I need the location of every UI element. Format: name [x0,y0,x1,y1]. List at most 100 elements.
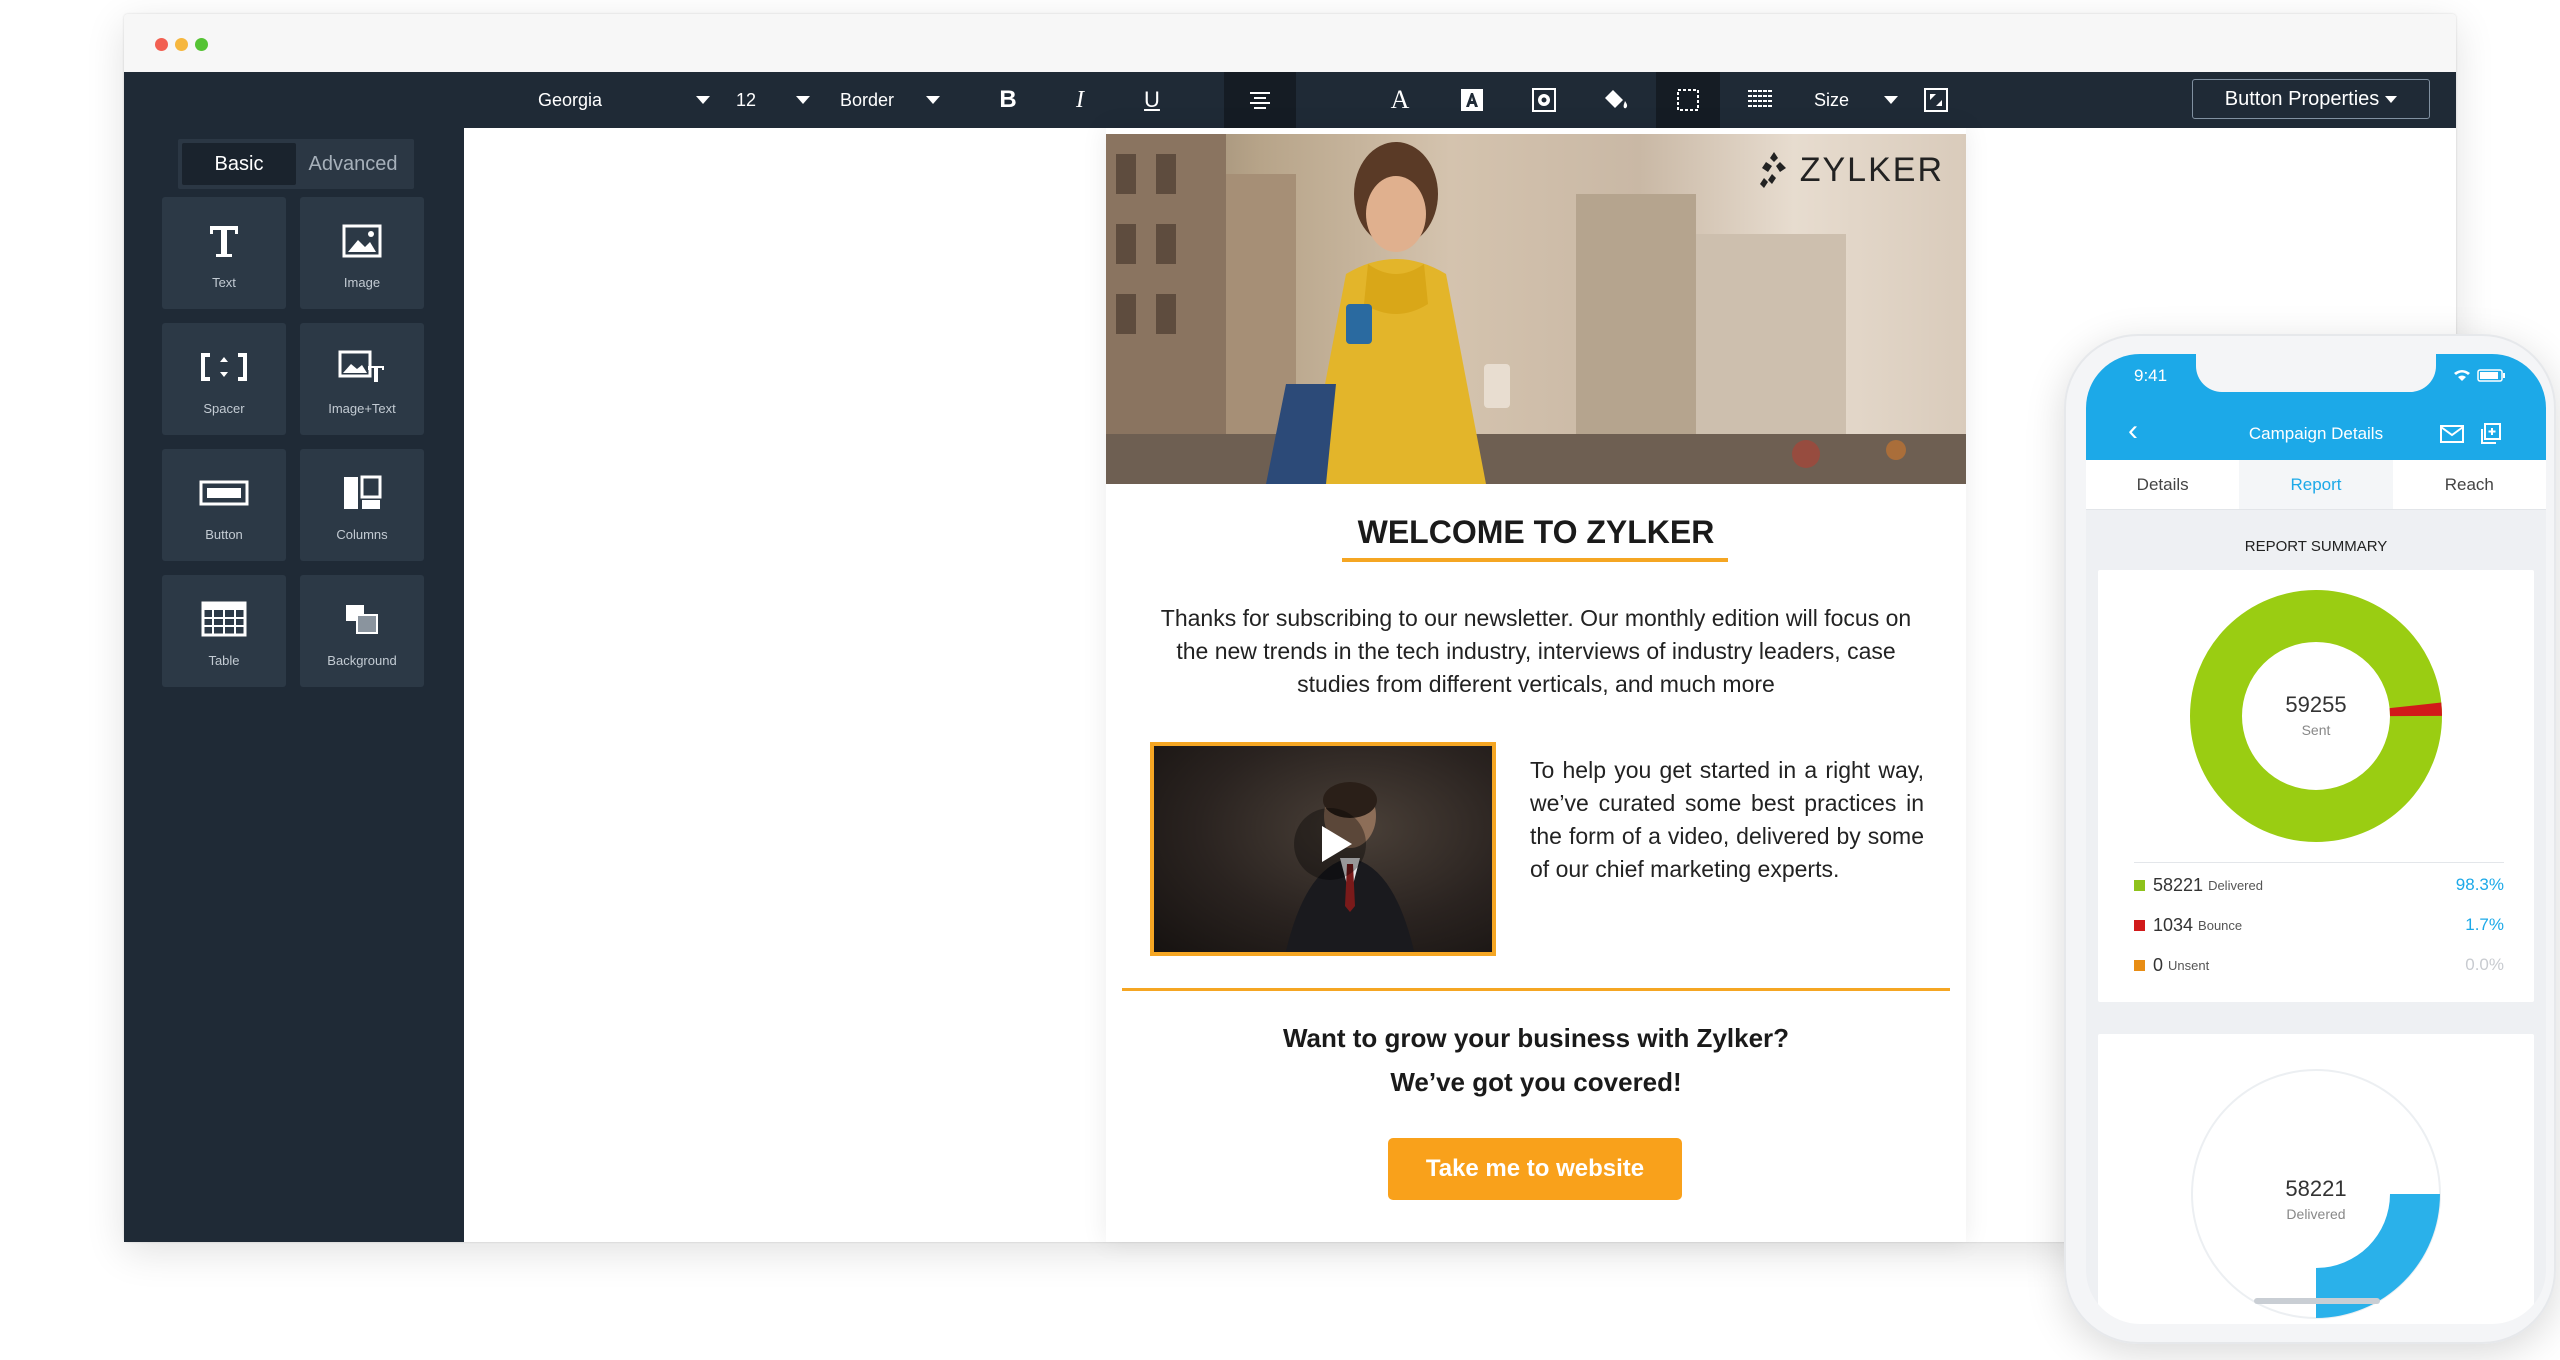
tool-label: Text [212,275,236,290]
sent-center-label: 59255 Sent [2216,692,2416,738]
line-spacing-icon[interactable] [1728,72,1792,128]
bounce-percent: 1.7% [2465,915,2504,934]
tool-label: Columns [336,527,388,542]
chevron-down-icon [1884,96,1898,104]
maximize-window-button[interactable] [195,38,208,51]
tool-label: Image+Text [328,401,396,416]
tab-advanced[interactable]: Advanced [296,143,410,185]
tool-background[interactable]: Background [300,575,424,687]
tab-basic[interactable]: Basic [182,143,296,185]
unsent-value: 0 [2153,954,2164,975]
stats-divider [2134,862,2504,863]
hero-image[interactable]: ZYLKER [1106,134,1966,484]
tab-report[interactable]: Report [2239,460,2393,509]
border-label: Border [840,89,895,110]
grow-line-2: We’ve got you covered! [1390,1067,1682,1097]
home-indicator[interactable] [2254,1298,2380,1304]
email-template: ZYLKER WELCOME TO ZYLKER Thanks for subs… [1106,128,1966,1242]
text-icon [162,219,286,263]
phone-screen: 9:41 ‹ Campaign Details Details Report R… [2086,354,2546,1324]
logo-text: ZYLKER [1799,150,1944,189]
section-divider [1122,988,1950,991]
take-me-to-website-button[interactable]: Take me to website [1388,1138,1682,1200]
italic-icon[interactable]: I [1048,72,1112,128]
sent-summary-card: 59255 Sent 58221 Delivered 98.3% 1034 Bo… [2098,570,2534,1002]
stat-row-unsent: 0 Unsent 0.0% [2134,950,2504,980]
status-time: 9:41 [2134,366,2168,385]
bounce-label: Bounce [2198,917,2243,933]
duplicate-icon[interactable] [2476,420,2504,448]
tool-button[interactable]: Button [162,449,286,561]
delivered-legend-swatch [2134,879,2145,891]
report-summary-heading: REPORT SUMMARY [2244,538,2388,555]
background-icon [300,597,424,641]
unsent-legend-swatch [2134,959,2145,971]
video-thumbnail[interactable] [1150,742,1496,956]
tool-image[interactable]: Image [300,197,424,309]
unsent-label: Unsent [2168,957,2210,973]
border-box-icon[interactable] [1656,72,1720,128]
content-blocks-sidebar: Basic Advanced Text Image Spacer Image+T… [124,72,464,1242]
intro-paragraph[interactable]: Thanks for subscribing to our newsletter… [1150,602,1922,701]
tool-table[interactable]: Table [162,575,286,687]
minimize-window-button[interactable] [175,38,188,51]
tool-image-text[interactable]: Image+Text [300,323,424,435]
columns-icon [300,471,424,515]
close-window-button[interactable] [155,38,168,51]
chevron-down-icon [2385,95,2398,103]
tab-reach[interactable]: Reach [2393,460,2546,509]
tab-details[interactable]: Details [2086,460,2239,509]
status-icons [2452,368,2506,385]
resize-icon[interactable] [1904,72,1968,128]
spacer-icon [162,345,286,389]
delivered-center-label: 58221 Delivered [2216,1176,2416,1222]
button-icon [162,471,286,515]
play-icon[interactable] [1294,808,1366,880]
unsent-percent: 0.0% [2465,955,2504,974]
bold-icon[interactable]: B [976,72,1040,128]
phone-mockup: 9:41 ‹ Campaign Details Details Report R… [2064,334,2556,1344]
fill-color-icon[interactable] [1584,72,1648,128]
tool-columns[interactable]: Columns [300,449,424,561]
tool-label: Spacer [203,401,245,416]
tool-spacer[interactable]: Spacer [162,323,286,435]
size-label: Size [1814,89,1850,110]
delivered-value: 58221 [2153,874,2204,895]
delivered-summary-card: 58221 Delivered [2098,1034,2534,1324]
button-properties-dropdown[interactable]: Button Properties [2192,79,2430,119]
window-titlebar [124,14,2456,72]
video-description[interactable]: To help you get started in a right way, … [1530,754,1924,886]
tool-label: Table [208,653,240,668]
bounce-value: 1034 [2153,914,2194,935]
image-text-icon [300,345,424,389]
phone-header: 9:41 ‹ Campaign Details [2086,354,2546,460]
stat-row-bounce: 1034 Bounce 1.7% [2134,910,2504,940]
tool-text[interactable]: Text [162,197,286,309]
tool-label: Image [343,275,381,290]
welcome-heading[interactable]: WELCOME TO ZYLKER [1106,514,1966,551]
grow-line-1: Want to grow your business with Zylker? [1282,1023,1790,1053]
table-icon [162,597,286,641]
size-dropdown[interactable]: Size [1814,72,1898,128]
stat-row-delivered: 58221 Delivered 98.3% [2134,870,2504,900]
tool-label: Background [327,653,397,668]
font-size-value: 12 [736,89,757,110]
font-size-dropdown[interactable]: 12 [736,72,810,128]
heading-underline [1342,558,1728,562]
mail-icon[interactable] [2438,420,2466,448]
phone-tabs: Details Report Reach [2086,460,2546,510]
delivered-label: Delivered [2208,877,2263,893]
highlight-icon[interactable] [1440,72,1504,128]
border-dropdown[interactable]: Border [840,72,940,128]
grow-heading[interactable]: Want to grow your business with Zylker? … [1106,1016,1966,1104]
chevron-down-icon [926,96,940,104]
tool-label: Button [205,527,243,542]
delivered-total-label: Delivered [2286,1206,2346,1222]
image-settings-icon[interactable] [1512,72,1576,128]
align-center-icon[interactable] [1224,72,1296,128]
zylker-leaf-icon [1759,152,1786,188]
font-family-dropdown[interactable]: Georgia [538,72,710,128]
wifi-battery-icon [2454,369,2505,382]
underline-icon[interactable]: U [1120,72,1184,128]
font-color-icon[interactable]: A [1368,72,1432,128]
